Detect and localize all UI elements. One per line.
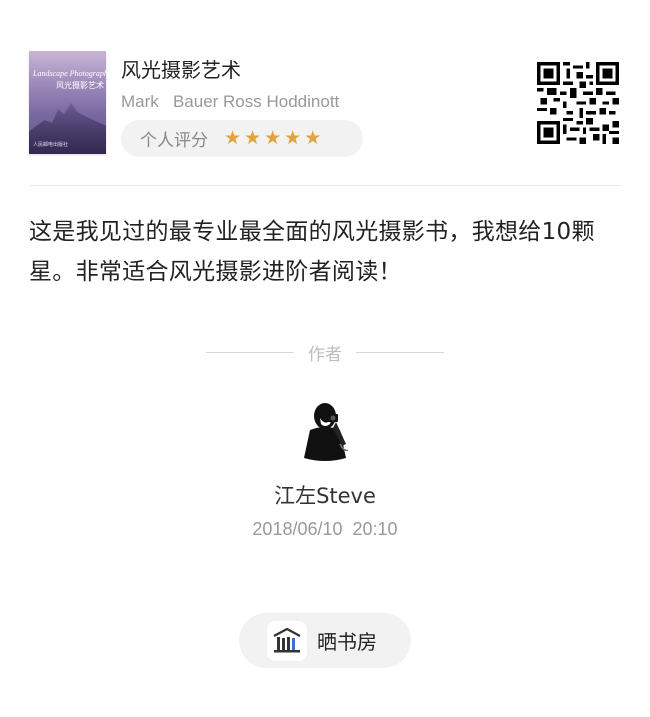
book-authors: Mark Bauer Ross Hoddinott xyxy=(121,92,340,111)
author-heading-label: 作者 xyxy=(308,345,342,365)
star-icon: ★ xyxy=(264,127,282,149)
bookshelf-icon xyxy=(273,627,301,652)
author-name[interactable]: 江左Steve xyxy=(0,480,650,510)
review-date: 2018/06/10 20:10 xyxy=(252,519,398,539)
rating-stars: ★ ★ ★ ★ ★ xyxy=(224,129,321,148)
cover-publisher: 人民邮电出版社 xyxy=(33,142,69,148)
cover-title-en: Landscape Photography xyxy=(33,69,106,78)
share-button-label: 晒书房 xyxy=(317,630,377,654)
personal-rating: 个人评分 ★ ★ ★ ★ ★ xyxy=(121,120,363,157)
cover-title-cn: 风光摄影艺术 xyxy=(56,81,104,90)
review-text: 这是我见过的最专业最全面的风光摄影书，我想给10颗星。非常适合风光摄影进阶者阅读… xyxy=(29,219,595,285)
qr-code-icon[interactable] xyxy=(537,62,619,144)
star-icon: ★ xyxy=(304,127,322,149)
star-icon: ★ xyxy=(224,127,242,149)
star-icon: ★ xyxy=(284,127,302,149)
share-bookshelf-button[interactable]: 晒书房 xyxy=(239,613,411,668)
book-cover-image[interactable]: Landscape Photography 风光摄影艺术 人民邮电出版社 xyxy=(29,51,106,154)
author-section-heading: 作者 xyxy=(0,340,650,365)
heading-line-left xyxy=(206,352,294,353)
section-divider xyxy=(29,185,621,186)
book-title: 风光摄影艺术 xyxy=(121,58,241,82)
author-avatar[interactable] xyxy=(300,400,350,464)
bookshelf-icon-container xyxy=(267,620,307,661)
rating-label: 个人评分 xyxy=(140,131,208,151)
heading-line-right xyxy=(356,352,444,353)
star-icon: ★ xyxy=(244,127,262,149)
